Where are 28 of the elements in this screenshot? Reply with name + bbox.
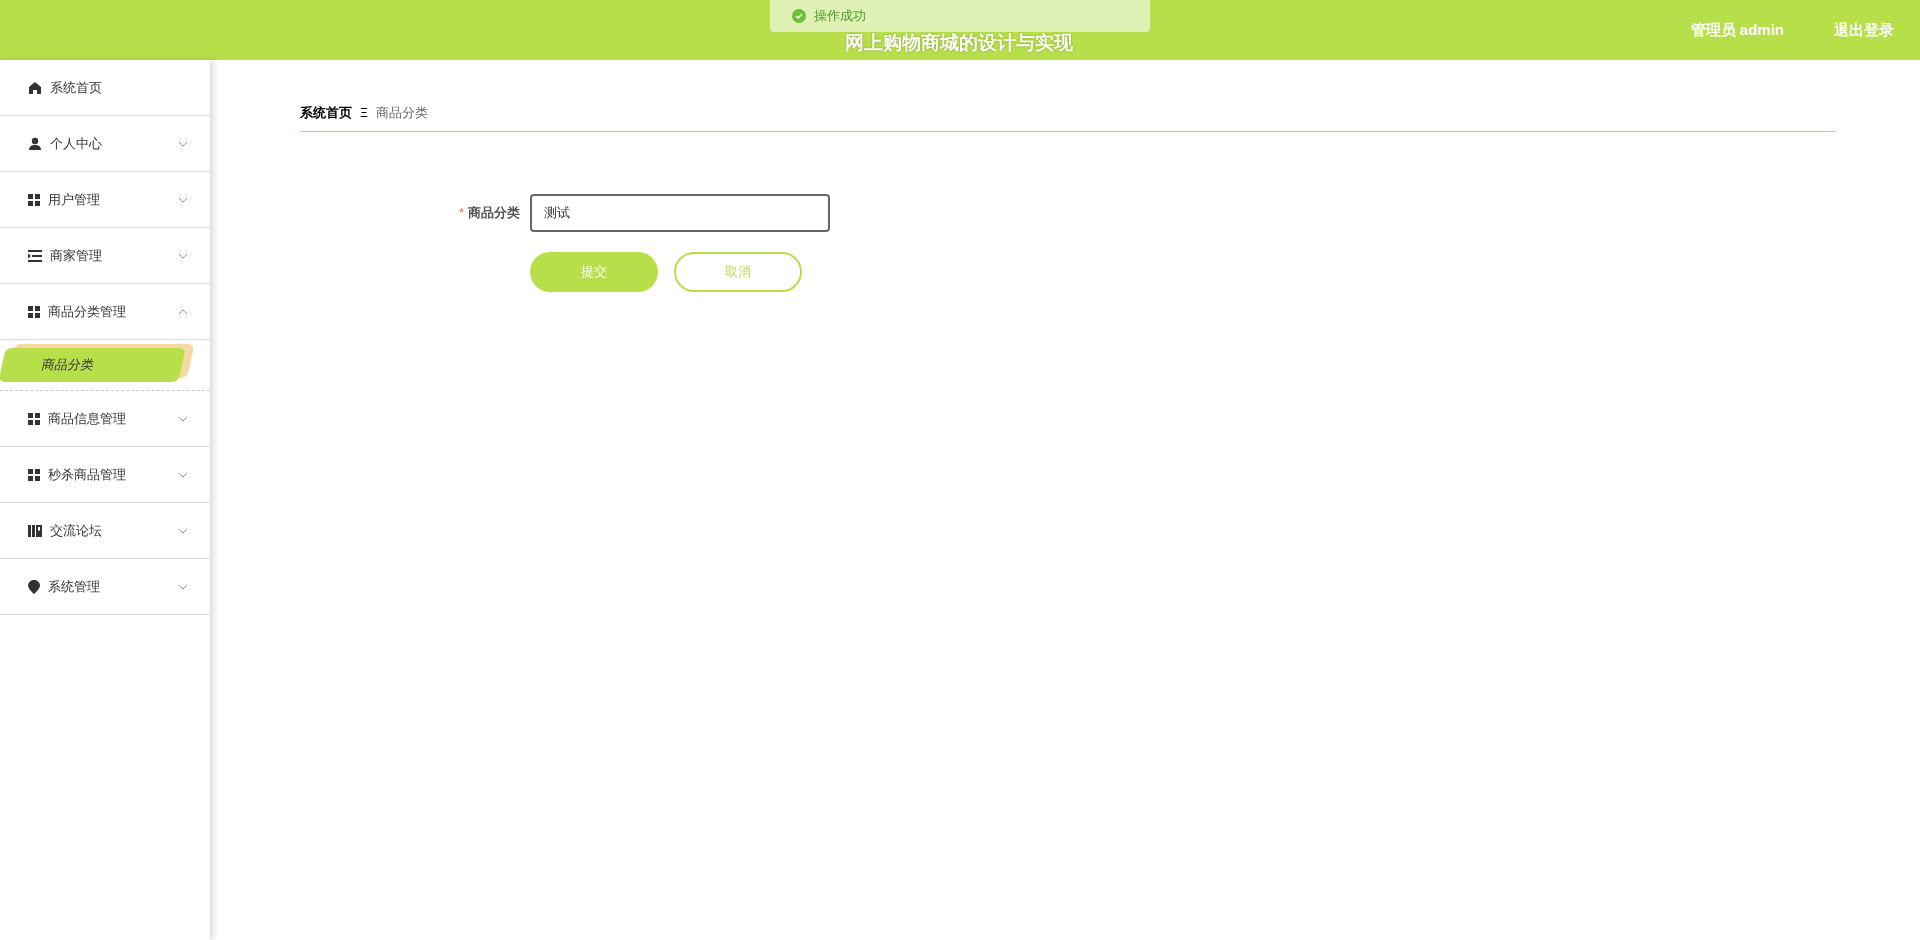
check-circle-icon [792, 9, 806, 23]
required-mark: * [458, 204, 464, 223]
breadcrumb-link[interactable]: 系统首页 [300, 103, 352, 123]
app-title: 网上购物商城的设计与实现 [845, 31, 1073, 55]
list-icon [28, 249, 42, 262]
sidebar-item[interactable]: 系统首页 [0, 60, 210, 116]
sidebar-item[interactable]: 秒杀商品管理 [0, 447, 210, 503]
home-icon [28, 80, 42, 95]
sidebar-item[interactable]: 交流论坛 [0, 503, 210, 559]
breadcrumb-separator: Ξ [360, 105, 368, 122]
grid-icon [28, 412, 40, 425]
sidebar-item[interactable]: 用户管理 [0, 172, 210, 228]
sidebar-item[interactable]: 商家管理 [0, 228, 210, 284]
grid-icon [28, 468, 40, 481]
grid-icon [28, 305, 40, 318]
sidebar-item[interactable]: 个人中心 [0, 116, 210, 172]
sidebar-item[interactable]: 系统管理 [0, 559, 210, 615]
sidebar-item[interactable]: 商品分类管理 [0, 284, 210, 340]
user-label: 管理员 admin [1690, 19, 1784, 40]
toast-message: 操作成功 [814, 8, 866, 24]
book-icon [28, 523, 42, 538]
breadcrumb-current: 商品分类 [375, 104, 428, 123]
category-input[interactable]: 测试 [530, 194, 830, 232]
grid-icon [28, 193, 40, 206]
field-label: 商品分类 [468, 204, 520, 223]
user-icon [28, 136, 42, 151]
sidebar-item[interactable]: 商品信息管理 [0, 391, 210, 447]
pin-icon [28, 579, 40, 594]
